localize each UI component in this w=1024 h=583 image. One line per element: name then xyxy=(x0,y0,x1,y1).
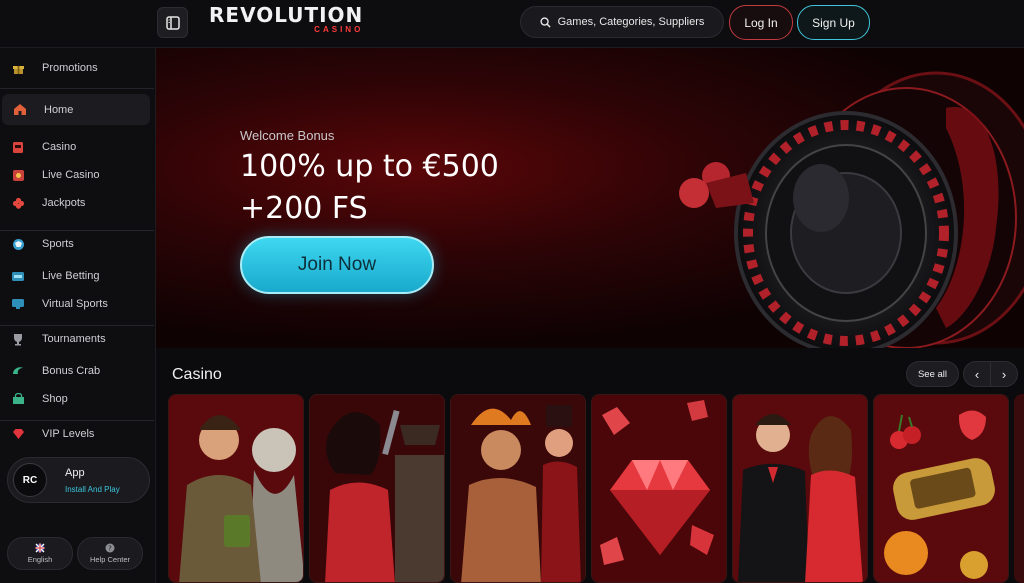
sidebar-item-virtual-sports[interactable]: Virtual Sports xyxy=(0,291,150,317)
roulette-wheel-image xyxy=(679,71,1024,348)
sidebar-item-label: Promotions xyxy=(42,62,98,74)
top-bar: REVOLUTION CASINO Games, Categories, Sup… xyxy=(0,0,1024,48)
game-thumbnail-adventurer xyxy=(169,395,303,582)
signup-button[interactable]: Sign Up xyxy=(797,5,870,40)
sidebar-item-label: Live Betting xyxy=(42,270,100,282)
game-card[interactable] xyxy=(168,394,304,583)
game-card-partial[interactable] xyxy=(1014,394,1024,583)
sidebar-item-promotions[interactable]: Promotions xyxy=(0,55,150,81)
sidebar-item-label: Home xyxy=(44,103,74,116)
logo-main-text: REVOLUTION xyxy=(209,3,364,27)
game-thumbnail-fire-warriors xyxy=(451,395,585,582)
app-install-card[interactable]: RC App Install And Play xyxy=(7,457,150,503)
search-icon xyxy=(540,16,551,28)
app-title: App xyxy=(65,467,85,479)
diamond-icon xyxy=(11,427,25,441)
app-logo: RC xyxy=(13,463,47,497)
sidebar-item-label: Bonus Crab xyxy=(42,365,101,377)
sidebar-item-label: Casino xyxy=(42,141,77,153)
live-casino-icon xyxy=(11,168,25,182)
ball-icon xyxy=(11,237,25,251)
sidebar-item-sports[interactable]: Sports xyxy=(0,231,150,257)
game-card[interactable] xyxy=(732,394,868,583)
language-button[interactable]: English xyxy=(7,537,73,570)
sidebar-item-label: Sports xyxy=(42,238,74,250)
sidebar-item-label: Live Casino xyxy=(42,169,100,181)
hero-title-line2: +200 FS xyxy=(240,191,368,226)
svg-text:?: ? xyxy=(108,545,112,553)
live-betting-icon xyxy=(11,269,25,283)
search-input[interactable]: Games, Categories, Suppliers xyxy=(520,6,724,38)
slot-machine-icon xyxy=(11,140,25,154)
game-thumbnail-ruby xyxy=(592,395,726,582)
game-thumbnail-fruit-slots xyxy=(874,395,1008,582)
sidebar-toggle-button[interactable] xyxy=(157,7,188,38)
game-card[interactable] xyxy=(873,394,1009,583)
sidebar-toggle-icon xyxy=(165,15,180,30)
sidebar-item-tournaments[interactable]: Tournaments xyxy=(0,326,150,352)
sidebar-item-label: Jackpots xyxy=(42,197,86,209)
game-card[interactable] xyxy=(309,394,445,583)
sidebar-item-casino[interactable]: Casino xyxy=(0,134,150,160)
site-logo[interactable]: REVOLUTION CASINO xyxy=(209,3,363,34)
divider xyxy=(0,88,154,89)
sidebar-item-label: Virtual Sports xyxy=(42,298,108,310)
sidebar-item-label: Shop xyxy=(42,393,68,405)
sidebar-item-live-betting[interactable]: Live Betting xyxy=(0,263,150,289)
chevron-left-icon[interactable]: ‹ xyxy=(964,362,991,386)
sidebar-item-jackpots[interactable]: Jackpots xyxy=(0,190,150,216)
carousel-nav: ‹ › xyxy=(963,361,1018,387)
game-card[interactable] xyxy=(591,394,727,583)
sidebar: Promotions Home Casino Live Casino Jackp… xyxy=(0,48,156,583)
hero-title-line1: 100% up to €500 xyxy=(240,149,499,184)
clover-icon xyxy=(11,196,25,210)
game-thumbnail-live-dealers xyxy=(733,395,867,582)
hero-banner[interactable]: Welcome Bonus 100% up to €500 +200 FS Jo… xyxy=(156,48,1024,348)
sidebar-item-live-casino[interactable]: Live Casino xyxy=(0,162,150,188)
help-center-button[interactable]: ? Help Center xyxy=(77,537,143,570)
sidebar-item-bonus-crab[interactable]: Bonus Crab xyxy=(0,358,150,384)
app-subtitle: Install And Play xyxy=(65,485,120,494)
casino-section-title: Casino xyxy=(172,366,222,383)
help-icon: ? xyxy=(105,543,115,553)
shop-icon xyxy=(11,392,25,406)
search-placeholder: Games, Categories, Suppliers xyxy=(557,16,705,28)
hero-title: 100% up to €500 +200 FS xyxy=(240,146,499,230)
sidebar-item-label: Tournaments xyxy=(42,333,106,345)
sidebar-item-label: VIP Levels xyxy=(42,428,95,440)
login-button[interactable]: Log In xyxy=(729,5,793,40)
game-card[interactable] xyxy=(450,394,586,583)
chevron-right-icon[interactable]: › xyxy=(991,362,1017,386)
gift-icon xyxy=(11,61,25,75)
sidebar-item-home[interactable]: Home xyxy=(2,94,150,125)
hero-subtitle: Welcome Bonus xyxy=(240,128,335,143)
see-all-button[interactable]: See all xyxy=(906,361,959,387)
help-label: Help Center xyxy=(89,555,131,564)
sidebar-item-vip-levels[interactable]: VIP Levels xyxy=(0,421,150,447)
crab-icon xyxy=(11,364,25,378)
monitor-icon xyxy=(11,297,25,311)
trophy-icon xyxy=(11,332,25,346)
flag-icon xyxy=(35,543,45,553)
game-thumbnail-gunslinger xyxy=(310,395,444,582)
language-label: English xyxy=(27,555,53,564)
sidebar-item-shop[interactable]: Shop xyxy=(0,386,150,412)
home-icon xyxy=(13,103,27,117)
join-now-button[interactable]: Join Now xyxy=(240,236,434,294)
